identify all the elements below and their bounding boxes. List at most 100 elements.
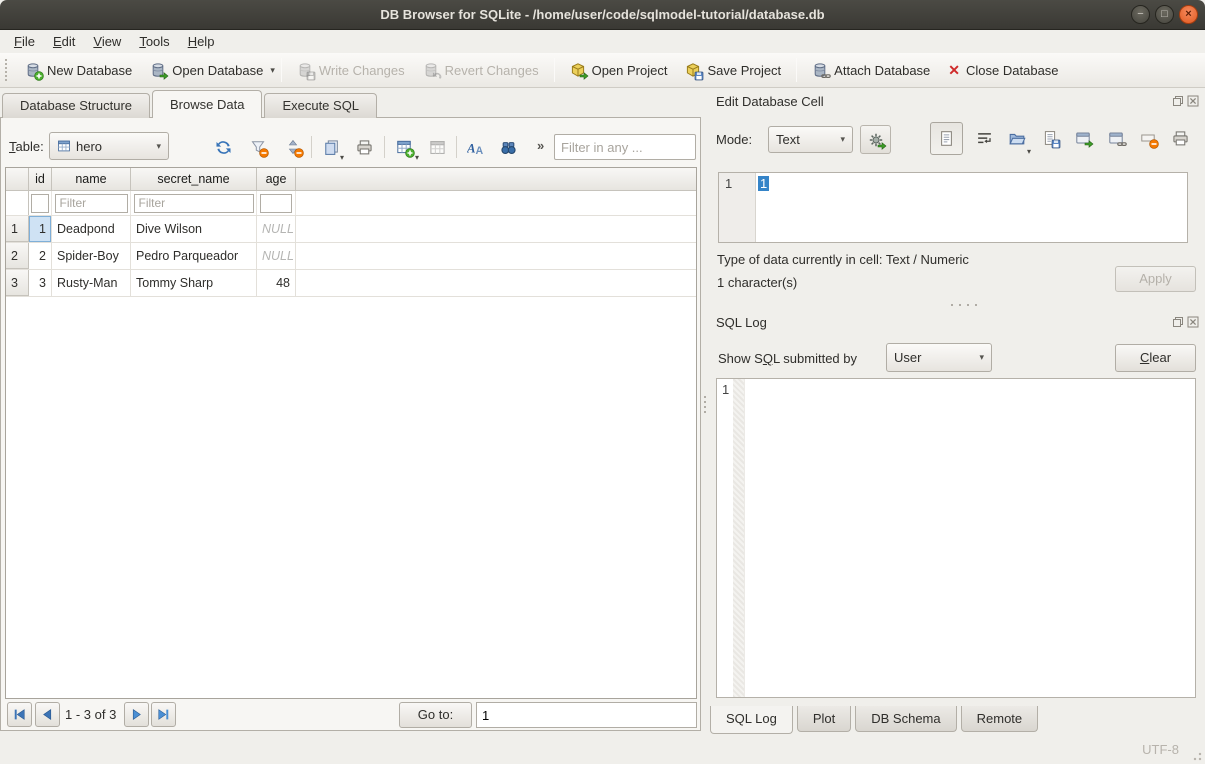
open-external-button[interactable]	[1071, 130, 1095, 154]
open-database-dropdown-icon[interactable]: ▾	[270, 65, 275, 76]
open-project-button[interactable]: Open Project	[561, 57, 677, 83]
tab-database-structure[interactable]: Database Structure	[2, 93, 150, 118]
attach-database-button[interactable]: Attach Database	[803, 57, 939, 83]
column-header-age[interactable]: age	[257, 168, 296, 190]
menu-help[interactable]: Help	[179, 31, 224, 52]
open-database-button[interactable]: Open Database	[141, 57, 272, 83]
font-button[interactable]	[463, 135, 487, 159]
open-project-icon	[570, 62, 586, 78]
cell-secret-name[interactable]: Dive Wilson	[131, 216, 257, 242]
cell-name[interactable]: Rusty-Man	[52, 270, 131, 296]
close-panel-icon[interactable]	[1187, 316, 1199, 328]
clear-sorting-button[interactable]	[281, 135, 305, 159]
maximize-button[interactable]: □	[1155, 5, 1174, 24]
cell-id[interactable]: 1	[29, 216, 52, 242]
prev-page-button[interactable]	[35, 702, 60, 727]
clear-filters-button[interactable]	[246, 135, 270, 159]
goto-button[interactable]: Go to:	[399, 702, 472, 728]
dock-tab-db-schema[interactable]: DB Schema	[855, 706, 956, 732]
sql-log-area[interactable]: 1	[716, 378, 1196, 698]
new-database-button[interactable]: New Database	[16, 57, 141, 83]
close-button[interactable]: ×	[1179, 5, 1198, 24]
cell-secret-name[interactable]: Tommy Sharp	[131, 270, 257, 296]
cell-id[interactable]: 3	[29, 270, 52, 296]
vertical-splitter[interactable]	[701, 88, 709, 735]
resize-grip[interactable]	[1190, 749, 1202, 761]
word-wrap-button[interactable]	[972, 130, 996, 154]
table-row: 2 2 Spider-Boy Pedro Parqueador NULL	[6, 243, 696, 270]
cell-age[interactable]: NULL	[257, 243, 296, 269]
print-table-button[interactable]	[352, 135, 376, 159]
first-page-icon	[13, 708, 26, 721]
sql-source-select[interactable]: User ▾	[886, 343, 992, 372]
cell-id[interactable]: 2	[29, 243, 52, 269]
last-page-button[interactable]	[151, 702, 176, 727]
toolbar-overflow-icon[interactable]: »	[537, 138, 544, 153]
open-folder-icon	[1008, 130, 1026, 147]
first-page-button[interactable]	[7, 702, 32, 727]
refresh-button[interactable]	[211, 135, 235, 159]
dock-tab-remote[interactable]: Remote	[961, 706, 1039, 732]
column-header-id[interactable]: id	[29, 168, 52, 190]
corner-header[interactable]	[6, 168, 29, 190]
minimize-button[interactable]: −	[1131, 5, 1150, 24]
row-number[interactable]: 3	[6, 270, 29, 296]
print-cell-button[interactable]	[1168, 130, 1192, 154]
dock-tab-sql-log[interactable]: SQL Log	[710, 706, 793, 734]
close-panel-icon[interactable]	[1187, 95, 1199, 107]
filter-input-age[interactable]	[260, 194, 292, 213]
editor-content[interactable]: 1	[758, 176, 769, 191]
edit-cell-title: Edit Database Cell	[716, 94, 824, 109]
cell-name[interactable]: Spider-Boy	[52, 243, 131, 269]
row-number[interactable]: 1	[6, 216, 29, 242]
find-replace-button[interactable]	[496, 135, 520, 159]
toolbar-drag-handle[interactable]	[5, 59, 9, 81]
cell-age[interactable]: 48	[257, 270, 296, 296]
table-select[interactable]: hero ▾	[49, 132, 169, 160]
cell-secret-name[interactable]: Pedro Parqueador	[131, 243, 257, 269]
cell-name[interactable]: Deadpond	[52, 216, 131, 242]
text-mode-button[interactable]	[930, 122, 963, 155]
float-panel-icon[interactable]	[1172, 316, 1184, 328]
browse-data-pane: Table: hero ▾ ▾ ▾ »	[0, 117, 701, 731]
menu-view[interactable]: View	[84, 31, 130, 52]
filter-input-name[interactable]	[55, 194, 128, 213]
save-file-icon	[1042, 130, 1058, 146]
cell-editor[interactable]: 1 1	[718, 172, 1188, 243]
auto-apply-button[interactable]	[860, 125, 891, 154]
chevron-down-icon: ▾	[340, 153, 344, 162]
mode-select[interactable]: Text ▾	[768, 126, 853, 153]
row-number[interactable]: 2	[6, 243, 29, 269]
set-null-button[interactable]	[1136, 130, 1160, 154]
filter-any-column-input[interactable]	[554, 134, 696, 160]
column-header-secret-name[interactable]: secret_name	[131, 168, 257, 190]
next-page-button[interactable]	[124, 702, 149, 727]
copy-table-button[interactable]: ▾	[319, 135, 343, 159]
save-project-button[interactable]: Save Project	[676, 57, 790, 83]
cell-age[interactable]: NULL	[257, 216, 296, 242]
float-panel-icon[interactable]	[1172, 95, 1184, 107]
insert-record-button[interactable]: ▾	[392, 135, 416, 159]
menu-file[interactable]: File	[5, 31, 44, 52]
clear-log-button[interactable]: Clear	[1115, 344, 1196, 372]
close-database-button[interactable]: ✕ Close Database	[939, 57, 1067, 83]
text-document-icon	[938, 130, 955, 147]
copy-link-button[interactable]	[1104, 130, 1128, 154]
dock-tab-plot[interactable]: Plot	[797, 706, 851, 732]
menu-tools[interactable]: Tools	[130, 31, 178, 52]
menu-edit[interactable]: Edit	[44, 31, 84, 52]
filter-input-id[interactable]	[31, 194, 49, 213]
export-data-button[interactable]	[1038, 130, 1062, 154]
grid-header-row: id name secret_name age	[6, 168, 696, 191]
toolbar-separator	[796, 58, 797, 82]
tab-execute-sql[interactable]: Execute SQL	[264, 93, 377, 118]
chevron-down-icon: ▾	[979, 352, 984, 363]
import-data-button[interactable]: ▾	[1005, 130, 1029, 154]
filter-input-secret-name[interactable]	[134, 194, 254, 213]
right-panel: Edit Database Cell Mode: Text ▾ ▾	[709, 88, 1205, 735]
data-grid: id name secret_name age 1 1 Deadpond Div…	[5, 167, 697, 699]
goto-record-input[interactable]	[476, 702, 697, 728]
tab-browse-data[interactable]: Browse Data	[152, 90, 262, 118]
column-header-name[interactable]: name	[52, 168, 131, 190]
horizontal-splitter[interactable]	[948, 304, 980, 306]
